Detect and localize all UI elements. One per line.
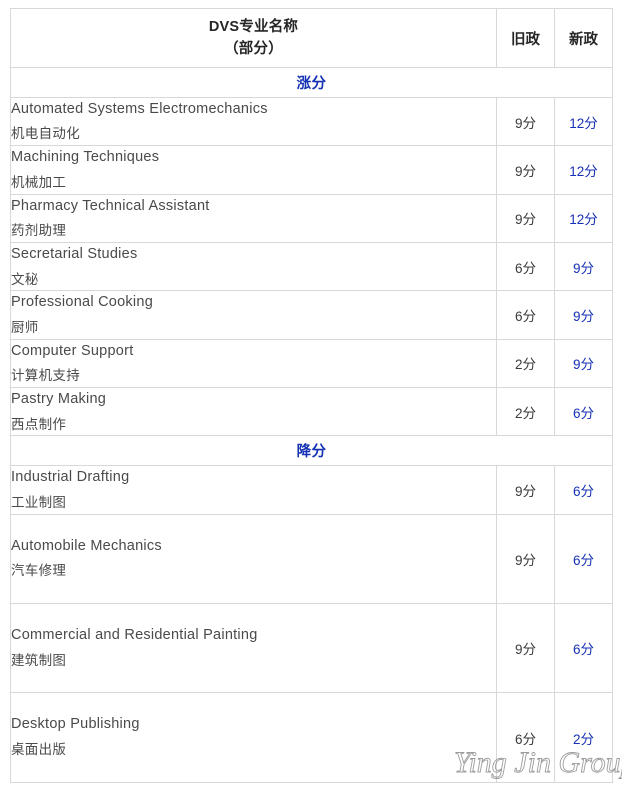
new-score-cell: 12分: [554, 194, 613, 244]
table-row: Automobile Mechanics 汽车修理 9分 6分: [10, 514, 613, 605]
old-score-cell: 9分: [496, 514, 555, 605]
table-row: Professional Cooking 厨师 6分 9分: [10, 290, 613, 340]
program-name-en: Desktop Publishing: [11, 716, 140, 733]
old-score-cell: 6分: [496, 242, 555, 292]
old-score-cell: 9分: [496, 465, 555, 515]
program-name-cell: Desktop Publishing 桌面出版: [10, 692, 497, 783]
new-score-cell: 9分: [554, 339, 613, 389]
page-root: DVS专业名称 （部分） 旧政 新政 涨分 Automated Systems …: [0, 0, 622, 792]
table-row: Computer Support 计算机支持 2分 9分: [10, 339, 613, 389]
program-name-zh: 西点制作: [11, 416, 67, 432]
program-name-en: Computer Support: [11, 342, 134, 359]
program-name-zh: 文秘: [11, 271, 39, 287]
program-name-cell: Automobile Mechanics 汽车修理: [10, 514, 497, 605]
section-label-increase: 涨分: [10, 67, 613, 98]
header-program-name-line1: DVS专业名称: [208, 18, 299, 35]
new-score-cell: 12分: [554, 97, 613, 147]
program-name-cell: Automated Systems Electromechanics 机电自动化: [10, 97, 497, 147]
new-score-cell: 12分: [554, 145, 613, 195]
program-name-en: Professional Cooking: [11, 294, 154, 311]
program-name-zh: 建筑制图: [11, 652, 67, 668]
program-name-en: Automobile Mechanics: [11, 537, 162, 554]
table-row: Machining Techniques 机械加工 9分 12分: [10, 145, 613, 195]
old-score-cell: 2分: [496, 387, 555, 437]
program-name-zh: 机电自动化: [11, 126, 80, 142]
table-row: Pastry Making 西点制作 2分 6分: [10, 387, 613, 437]
new-score-cell: 6分: [554, 514, 613, 605]
program-name-en: Automated Systems Electromechanics: [11, 101, 268, 117]
program-name-cell: Professional Cooking 厨师: [10, 290, 497, 340]
old-score-cell: 9分: [496, 97, 555, 147]
program-name-en: Secretarial Studies: [11, 246, 138, 263]
table-row: Desktop Publishing 桌面出版 6分 2分: [10, 692, 613, 783]
table-header: DVS专业名称 （部分） 旧政 新政: [10, 8, 613, 68]
program-name-zh: 桌面出版: [11, 741, 67, 757]
dvs-program-score-table: DVS专业名称 （部分） 旧政 新政 涨分 Automated Systems …: [10, 8, 613, 783]
program-name-en: Industrial Drafting: [11, 469, 130, 486]
program-name-zh: 汽车修理: [11, 563, 67, 579]
section-header-row-decrease: 降分: [10, 435, 613, 467]
table-row: Industrial Drafting 工业制图 9分 6分: [10, 465, 613, 515]
header-cell-program-name: DVS专业名称 （部分）: [10, 8, 497, 68]
old-score-cell: 9分: [496, 194, 555, 244]
new-score-cell: 6分: [554, 603, 613, 694]
program-name-cell: Secretarial Studies 文秘: [10, 242, 497, 292]
program-name-zh: 厨师: [11, 319, 39, 335]
header-row: DVS专业名称 （部分） 旧政 新政: [10, 8, 613, 68]
program-name-en: Commercial and Residential Painting: [11, 627, 258, 644]
old-score-cell: 6分: [496, 692, 555, 783]
table-body: 涨分 Automated Systems Electromechanics 机电…: [10, 67, 613, 783]
new-score-cell: 9分: [554, 242, 613, 292]
header-cell-new-policy: 新政: [554, 8, 613, 68]
program-name-zh: 计算机支持: [11, 368, 80, 384]
program-name-en: Machining Techniques: [11, 149, 160, 166]
program-name-cell: Computer Support 计算机支持: [10, 339, 497, 389]
program-name-zh: 药剂助理: [11, 223, 67, 239]
old-score-cell: 9分: [496, 603, 555, 694]
old-score-cell: 6分: [496, 290, 555, 340]
old-score-cell: 9分: [496, 145, 555, 195]
program-name-en: Pastry Making: [11, 391, 107, 408]
new-score-cell: 6分: [554, 387, 613, 437]
section-label-decrease: 降分: [10, 435, 613, 467]
program-name-cell: Industrial Drafting 工业制图: [10, 465, 497, 515]
program-name-en: Pharmacy Technical Assistant: [11, 197, 210, 214]
program-name-cell: Pharmacy Technical Assistant 药剂助理: [10, 194, 497, 244]
table-row: Commercial and Residential Painting 建筑制图…: [10, 603, 613, 694]
table-row: Automated Systems Electromechanics 机电自动化…: [10, 97, 613, 147]
new-score-cell: 2分: [554, 692, 613, 783]
program-name-cell: Machining Techniques 机械加工: [10, 145, 497, 195]
new-score-cell: 6分: [554, 465, 613, 515]
program-name-zh: 工业制图: [11, 494, 67, 510]
header-program-name-line2: （部分）: [224, 41, 283, 57]
new-score-cell: 9分: [554, 290, 613, 340]
old-score-cell: 2分: [496, 339, 555, 389]
table-row: Pharmacy Technical Assistant 药剂助理 9分 12分: [10, 194, 613, 244]
program-name-cell: Commercial and Residential Painting 建筑制图: [10, 603, 497, 694]
program-name-zh: 机械加工: [11, 174, 67, 190]
header-cell-old-policy: 旧政: [496, 8, 555, 68]
program-name-cell: Pastry Making 西点制作: [10, 387, 497, 437]
section-header-row-increase: 涨分: [10, 67, 613, 98]
table-row: Secretarial Studies 文秘 6分 9分: [10, 242, 613, 292]
